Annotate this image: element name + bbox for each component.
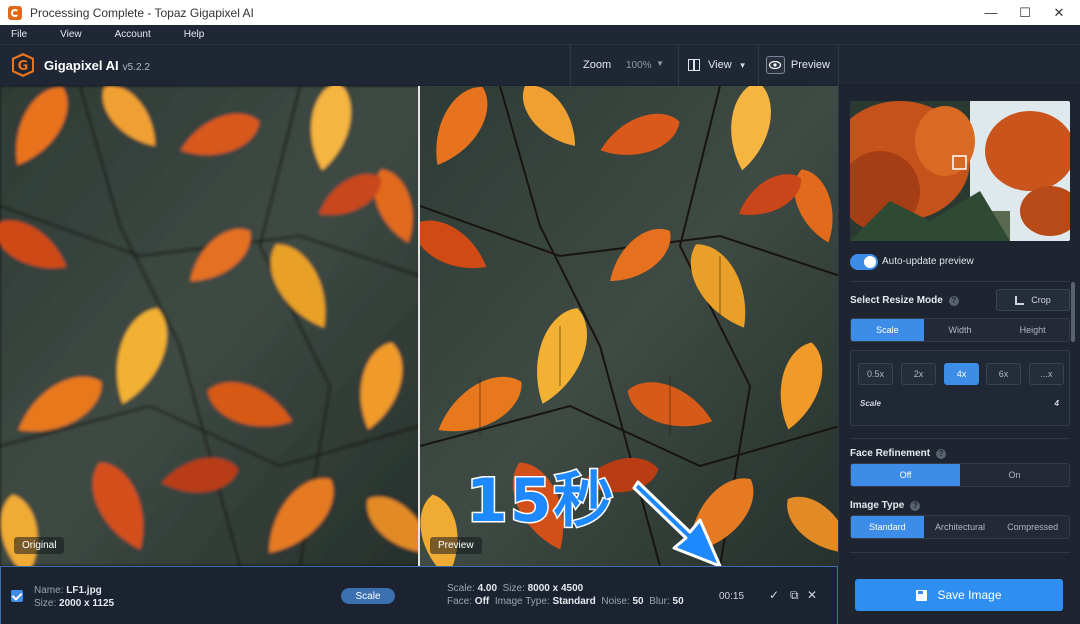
save-image-button[interactable]: Save Image bbox=[855, 579, 1063, 611]
help-icon[interactable]: ? bbox=[948, 296, 959, 306]
tab-width[interactable]: Width bbox=[924, 319, 997, 341]
tab-height[interactable]: Height bbox=[996, 319, 1069, 341]
annotation-arrow-icon bbox=[632, 480, 722, 566]
menu-bar: File View Account Help bbox=[0, 25, 1080, 44]
face-refinement-title: Face Refinement? bbox=[850, 448, 947, 459]
crop-button[interactable]: Crop bbox=[996, 289, 1070, 311]
menu-help[interactable]: Help bbox=[184, 29, 205, 40]
split-divider[interactable] bbox=[418, 86, 420, 566]
original-image bbox=[0, 86, 418, 566]
menu-account[interactable]: Account bbox=[115, 29, 151, 40]
close-window-button[interactable]: ✕ bbox=[1036, 0, 1080, 25]
auto-update-toggle[interactable] bbox=[850, 254, 878, 270]
tab-scale[interactable]: Scale bbox=[851, 319, 924, 341]
app-version: v5.2.2 bbox=[122, 62, 150, 73]
crop-label: Crop bbox=[1031, 295, 1051, 305]
check-icon[interactable]: ✓ bbox=[769, 588, 779, 602]
crop-icon bbox=[1015, 295, 1025, 305]
original-pane[interactable]: Original bbox=[0, 86, 418, 566]
title-bar: Processing Complete - Topaz Gigapixel AI… bbox=[0, 0, 1080, 25]
file-select-checkbox[interactable] bbox=[11, 590, 23, 602]
image-canvas[interactable]: Original Preview bbox=[0, 86, 838, 566]
zoom-value: 100% bbox=[626, 59, 652, 71]
save-image-label: Save Image bbox=[937, 588, 1002, 602]
app-icon bbox=[8, 5, 22, 20]
eye-icon bbox=[766, 56, 785, 74]
image-type-tabs: Standard Architectural Compressed bbox=[850, 515, 1070, 539]
split-view-icon bbox=[688, 59, 700, 71]
scale-custom-button[interactable]: ...x bbox=[1029, 363, 1064, 385]
auto-update-label: Auto-update preview bbox=[882, 256, 974, 267]
processing-timer: 00:15 bbox=[719, 591, 745, 602]
file-name: Name: LF1.jpg bbox=[34, 585, 102, 596]
preview-button[interactable]: Preview bbox=[766, 54, 830, 76]
menu-view[interactable]: View bbox=[60, 29, 82, 40]
output-scale-info: Scale: 4.00 Size: 8000 x 4500 bbox=[447, 583, 584, 594]
help-icon[interactable]: ? bbox=[936, 449, 947, 459]
gigapixel-logo-icon: G bbox=[12, 53, 34, 77]
type-standard-option[interactable]: Standard bbox=[851, 516, 924, 538]
face-refinement-toggle: Off On bbox=[850, 463, 1070, 487]
zoom-select[interactable]: 100% ▼ bbox=[614, 54, 670, 76]
window-title: Processing Complete - Topaz Gigapixel AI bbox=[30, 5, 254, 20]
preview-label: Preview bbox=[790, 59, 830, 71]
app-name: Gigapixel AI v5.2.2 bbox=[44, 58, 150, 73]
type-architectural-option[interactable]: Architectural bbox=[924, 516, 997, 538]
view-label: View bbox=[708, 59, 732, 71]
original-label: Original bbox=[14, 537, 65, 554]
scale-label: Scale bbox=[860, 399, 881, 408]
help-icon[interactable]: ? bbox=[910, 501, 921, 511]
output-settings-info: Face: Off Image Type: Standard Noise: 50… bbox=[447, 596, 684, 607]
scale-4x-button[interactable]: 4x bbox=[944, 363, 979, 385]
menu-file[interactable]: File bbox=[11, 29, 27, 40]
annotation-text: 15秒 bbox=[465, 465, 616, 538]
scale-6x-button[interactable]: 6x bbox=[986, 363, 1021, 385]
type-compressed-option[interactable]: Compressed bbox=[996, 516, 1069, 538]
scale-options-box: 0.5x 2x 4x 6x ...x Scale 4 bbox=[850, 350, 1070, 426]
image-type-title: Image Type? bbox=[850, 500, 921, 511]
resize-mode-title: Select Resize Mode? bbox=[850, 295, 959, 306]
app-header: G Gigapixel AI v5.2.2 Zoom 100% ▼ View ▼ … bbox=[0, 44, 1080, 86]
zoom-label: Zoom bbox=[583, 59, 612, 71]
view-button[interactable]: View ▼ bbox=[688, 54, 750, 76]
scale-0-5x-button[interactable]: 0.5x bbox=[858, 363, 893, 385]
resize-mode-tabs: Scale Width Height bbox=[850, 318, 1070, 342]
scale-value: 4 bbox=[1054, 399, 1059, 408]
mode-pill: Scale bbox=[341, 588, 395, 604]
file-size: Size: 2000 x 1125 bbox=[34, 598, 115, 609]
chevron-down-icon: ▼ bbox=[656, 59, 664, 68]
chevron-down-icon: ▼ bbox=[738, 60, 747, 70]
panel-scrollbar[interactable] bbox=[1071, 282, 1075, 342]
open-external-icon[interactable]: ⧉ bbox=[790, 588, 799, 603]
file-queue-bar: Name: LF1.jpg Size: 2000 x 1125 Scale Sc… bbox=[0, 566, 838, 624]
save-area: Save Image bbox=[838, 566, 1080, 624]
preview-label-badge: Preview bbox=[430, 537, 482, 554]
save-disk-icon bbox=[916, 589, 928, 601]
face-off-option[interactable]: Off bbox=[851, 464, 960, 486]
face-on-option[interactable]: On bbox=[960, 464, 1069, 486]
navigator-thumbnail[interactable] bbox=[850, 101, 1070, 241]
settings-panel: Auto-update preview Select Resize Mode? … bbox=[838, 86, 1080, 566]
remove-icon[interactable]: ✕ bbox=[807, 588, 817, 602]
scale-2x-button[interactable]: 2x bbox=[901, 363, 936, 385]
logo-letter: G bbox=[18, 59, 29, 74]
